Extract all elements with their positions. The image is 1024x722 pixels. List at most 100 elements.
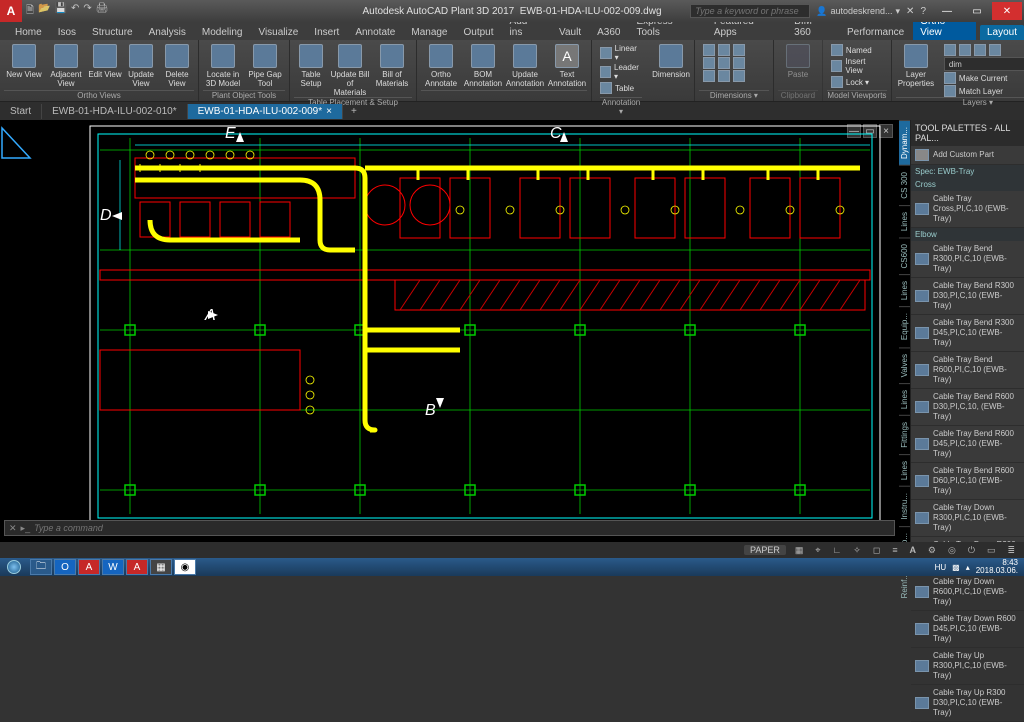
- customize-icon[interactable]: ≣: [1004, 545, 1018, 556]
- palette-item[interactable]: Cable Tray Down R300,PI,C,10 (EWB-Tray): [911, 500, 1024, 537]
- vp-insert[interactable]: Insert View: [831, 57, 883, 75]
- table-setup-button[interactable]: Table Setup: [294, 42, 328, 97]
- vtab-instru[interactable]: Instru...: [899, 486, 910, 526]
- vp-named[interactable]: Named: [831, 44, 883, 56]
- vtab-lines-4[interactable]: Lines: [899, 454, 910, 486]
- dimension-button[interactable]: Dimension: [652, 42, 690, 101]
- cmd-history-icon[interactable]: ✕: [9, 523, 17, 534]
- palette-item[interactable]: Cable Tray Bend R600 D45,PI,C,10 (EWB-Tr…: [911, 426, 1024, 463]
- tray-clock[interactable]: 8:432018.03.06.: [976, 559, 1018, 575]
- vtab-dynamic[interactable]: Dynam...: [899, 120, 910, 165]
- close-button[interactable]: ✕: [992, 2, 1022, 20]
- tab-analysis[interactable]: Analysis: [142, 25, 193, 40]
- isolate-icon[interactable]: ◎: [945, 545, 959, 556]
- layer-dropdown[interactable]: dim: [944, 57, 1024, 71]
- add-custom-part-button[interactable]: Add Custom Part: [911, 146, 1024, 165]
- tab-performance[interactable]: Performance: [840, 25, 911, 40]
- taskbar-autocad2-icon[interactable]: A: [126, 559, 148, 575]
- doc-tab-2[interactable]: EWB-01-HDA-ILU-002-009*×: [188, 104, 343, 119]
- osnap-toggle-icon[interactable]: ◻: [870, 545, 883, 556]
- tab-vault[interactable]: Vault: [552, 25, 588, 40]
- clean-screen-icon[interactable]: ▭: [984, 545, 999, 556]
- vtab-fittings[interactable]: Fittings: [899, 415, 910, 454]
- tab-insert[interactable]: Insert: [307, 25, 346, 40]
- tray-flag-icon[interactable]: ▩: [952, 563, 960, 572]
- update-bom-button[interactable]: Update Bill of Materials: [330, 42, 370, 97]
- taskbar-autocad-icon[interactable]: A: [78, 559, 100, 575]
- qat-redo-icon[interactable]: ↷: [83, 3, 91, 20]
- hardware-accel-icon[interactable]: ⏻: [965, 545, 978, 556]
- palette-item[interactable]: Cable Tray Up R300,PI,C,10 (EWB-Tray): [911, 648, 1024, 685]
- tab-a360[interactable]: A360: [590, 25, 627, 40]
- delete-view-button[interactable]: Delete View: [160, 42, 194, 88]
- layer-state-row[interactable]: [944, 44, 1024, 56]
- tab-structure[interactable]: Structure: [85, 25, 140, 40]
- palette-item[interactable]: Cable Tray Bend R600 D60,PI,C,10 (EWB-Tr…: [911, 463, 1024, 500]
- dim-row-3[interactable]: [703, 70, 765, 82]
- pipe-gap-button[interactable]: Pipe Gap Tool: [245, 42, 285, 88]
- palette-item[interactable]: Cable Tray Bend R300 D30,PI,C,10 (EWB-Tr…: [911, 278, 1024, 315]
- linear-dim-button[interactable]: Linear ▾: [600, 44, 642, 62]
- tab-visualize[interactable]: Visualize: [251, 25, 305, 40]
- make-current-button[interactable]: Make Current: [944, 72, 1024, 84]
- qat-print-icon[interactable]: 🖨: [96, 3, 109, 20]
- palette-item[interactable]: Cable Tray Bend R600 D30,PI,C,10, (EWB-T…: [911, 389, 1024, 426]
- update-view-button[interactable]: Update View: [124, 42, 158, 88]
- taskbar-app-icon[interactable]: ▦: [150, 559, 172, 575]
- drawing-canvas[interactable]: — ▭ ×: [0, 120, 899, 542]
- locate-3d-button[interactable]: Locate in 3D Model: [203, 42, 243, 88]
- tray-up-icon[interactable]: ▴: [966, 563, 970, 572]
- taskbar-chrome-icon[interactable]: ◉: [174, 559, 196, 575]
- close-tab-icon[interactable]: ×: [326, 106, 332, 117]
- tab-output[interactable]: Output: [457, 25, 501, 40]
- workspace-switch-icon[interactable]: ⚙: [925, 545, 939, 556]
- qat-save-icon[interactable]: 💾: [55, 3, 67, 20]
- tab-modeling[interactable]: Modeling: [195, 25, 250, 40]
- taskbar-explorer-icon[interactable]: 🗀: [30, 559, 52, 575]
- bom-button[interactable]: Bill of Materials: [372, 42, 412, 97]
- dim-row-2[interactable]: [703, 57, 765, 69]
- lineweight-toggle-icon[interactable]: ≡: [889, 545, 900, 555]
- palette-item[interactable]: Cable Tray Bend R300 D45,PI,C,10 (EWB-Tr…: [911, 315, 1024, 352]
- taskbar-outlook-icon[interactable]: O: [54, 559, 76, 575]
- qat-new-icon[interactable]: 🗎: [26, 3, 34, 20]
- layer-properties-button[interactable]: Layer Properties: [896, 42, 936, 97]
- leader-button[interactable]: Leader ▾: [600, 63, 642, 81]
- doc-tab-1[interactable]: EWB-01-HDA-ILU-002-010*: [42, 104, 188, 119]
- vp-lock[interactable]: Lock ▾: [831, 76, 883, 88]
- grid-toggle-icon[interactable]: ▦: [792, 545, 807, 556]
- update-annotation-button[interactable]: Update Annotation: [505, 42, 545, 88]
- bom-annotation-button[interactable]: BOM Annotation: [463, 42, 503, 88]
- vtab-lines-1[interactable]: Lines: [899, 205, 910, 237]
- adjacent-view-button[interactable]: Adjacent View: [46, 42, 86, 88]
- exchange-icon[interactable]: ✕: [906, 6, 914, 17]
- help-search-input[interactable]: [690, 4, 810, 18]
- vtab-cs300[interactable]: CS 300: [899, 165, 910, 205]
- help-icon[interactable]: ?: [920, 6, 926, 17]
- tray-lang[interactable]: HU: [935, 563, 947, 572]
- tab-isos[interactable]: Isos: [51, 25, 83, 40]
- taskbar-word-icon[interactable]: W: [102, 559, 124, 575]
- qat-open-icon[interactable]: 📂: [38, 3, 50, 20]
- palette-item[interactable]: Cable Tray Bend R300,PI,C,10 (EWB-Tray): [911, 241, 1024, 278]
- new-view-button[interactable]: New View: [4, 42, 44, 88]
- tab-manage[interactable]: Manage: [404, 25, 454, 40]
- tab-annotate[interactable]: Annotate: [348, 25, 402, 40]
- vtab-valves[interactable]: Valves: [899, 347, 910, 383]
- app-logo[interactable]: A: [0, 0, 22, 22]
- match-layer-button[interactable]: Match Layer: [944, 85, 1024, 97]
- palette-item[interactable]: Cable Tray Down R600,PI,C,10 (EWB-Tray): [911, 574, 1024, 611]
- qat-undo-icon[interactable]: ↶: [71, 3, 79, 20]
- dim-row-1[interactable]: [703, 44, 765, 56]
- table-button[interactable]: Table: [600, 82, 642, 94]
- space-toggle[interactable]: PAPER: [744, 545, 786, 555]
- maximize-button[interactable]: ▭: [962, 2, 992, 20]
- text-annotation-button[interactable]: AText Annotation: [547, 42, 587, 88]
- command-input[interactable]: [34, 523, 890, 533]
- tab-layout[interactable]: Layout: [980, 25, 1024, 40]
- edit-view-button[interactable]: Edit View: [88, 42, 122, 88]
- vtab-lines-2[interactable]: Lines: [899, 274, 910, 306]
- palette-item[interactable]: Cable Tray Cross,PI,C,10 (EWB-Tray): [911, 191, 1024, 228]
- start-button[interactable]: [0, 558, 28, 576]
- minimize-button[interactable]: —: [932, 2, 962, 20]
